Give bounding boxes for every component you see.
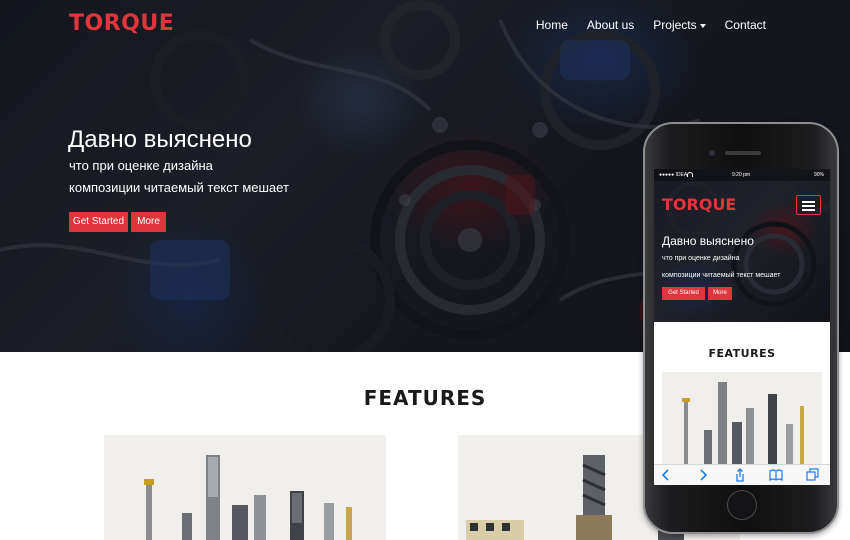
status-battery: 90% — [813, 172, 824, 178]
hamburger-menu-icon[interactable] — [796, 195, 821, 215]
status-bar: ●●●●● IDEA 9:20 pm 90% — [654, 169, 830, 181]
phone-camera — [709, 150, 715, 156]
mobile-hero-line-1: что при оценке дизайна — [662, 255, 740, 262]
caret-down-icon — [699, 23, 706, 28]
main-nav: Home About us Projects Contact — [536, 18, 766, 32]
share-icon[interactable] — [733, 468, 747, 482]
hero-subtitle-line-1: что при оценке дизайна — [69, 158, 213, 173]
nav-item-about-us[interactable]: About us — [587, 18, 634, 32]
status-time: 9:20 pm — [732, 172, 751, 178]
mobile-get-started-button[interactable]: Get Started — [662, 287, 705, 300]
mobile-hero-line-2: композиции читаемый текст мешает — [662, 272, 781, 279]
nav-item-projects[interactable]: Projects — [653, 18, 706, 32]
site-logo[interactable]: TORQUE — [69, 11, 174, 36]
phone-mockup: ●●●●● IDEA 9:20 pm 90% TORQUE Давно выяс… — [643, 122, 839, 534]
mobile-more-button[interactable]: More — [708, 287, 732, 300]
bookmarks-icon[interactable] — [769, 468, 783, 482]
mobile-feature-image — [662, 372, 822, 464]
hero-subtitle-line-2: композиции читаемый текст мешает — [69, 180, 289, 195]
phone-home-button[interactable] — [727, 490, 757, 520]
get-started-button[interactable]: Get Started — [69, 212, 128, 232]
phone-screen: ●●●●● IDEA 9:20 pm 90% TORQUE Давно выяс… — [654, 169, 830, 485]
nav-item-contact[interactable]: Contact — [725, 18, 766, 32]
tabs-icon[interactable] — [806, 468, 820, 482]
mobile-logo[interactable]: TORQUE — [662, 195, 736, 214]
status-carrier: ●●●●● IDEA — [659, 172, 688, 178]
nav-item-home[interactable]: Home — [536, 18, 568, 32]
hero-title: Давно выяснено — [68, 126, 252, 153]
feature-image-drill-bits — [104, 435, 386, 540]
mobile-features-heading: FEATURES — [708, 347, 776, 360]
safari-toolbar — [654, 464, 830, 485]
back-icon[interactable] — [659, 468, 673, 482]
mobile-hero-section: ●●●●● IDEA 9:20 pm 90% TORQUE Давно выяс… — [654, 169, 830, 322]
nav-item-projects-label: Projects — [653, 18, 697, 32]
more-button[interactable]: More — [131, 212, 166, 232]
phone-speaker — [725, 151, 761, 155]
mobile-hero-title: Давно выяснено — [662, 234, 754, 248]
wifi-icon — [687, 172, 693, 177]
forward-icon[interactable] — [696, 468, 710, 482]
